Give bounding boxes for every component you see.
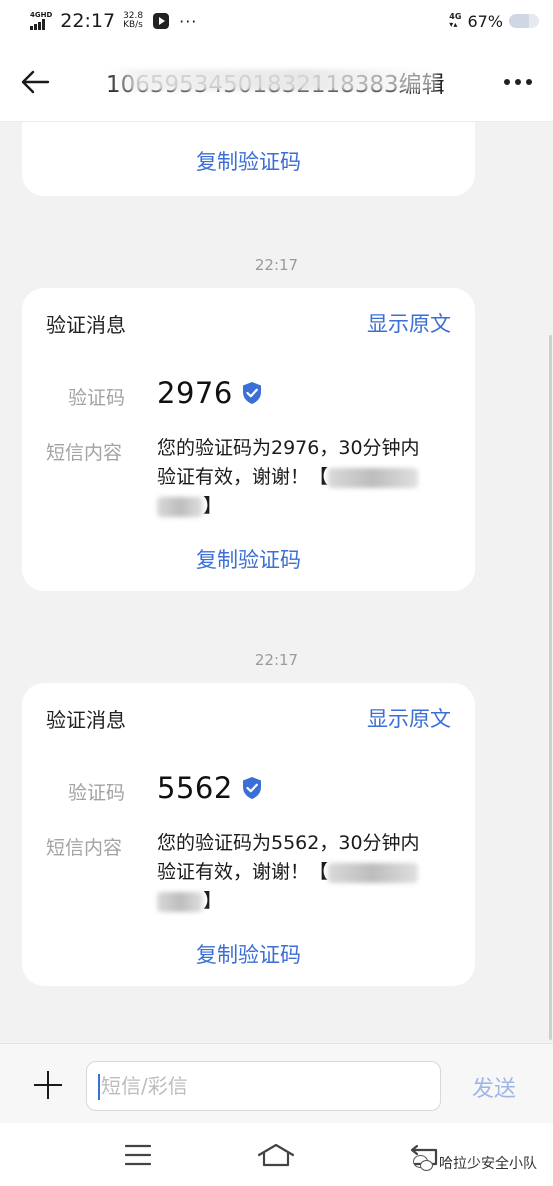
message-card-partial: 复制验证码 (22, 122, 475, 196)
card-title: 验证消息 (46, 312, 126, 337)
card-title: 验证消息 (46, 707, 126, 732)
send-button[interactable]: 发送 (472, 1071, 516, 1103)
text-caret (98, 1074, 100, 1100)
signal-icon: 4GHD (30, 12, 52, 30)
copy-code-button[interactable]: 复制验证码 (22, 939, 475, 969)
status-bar: 4GHD 22:17 32.8 KB/s ··· 4G ▾▴ 67% (0, 0, 553, 42)
content-line: 验证有效，谢谢！【 (157, 861, 329, 883)
watermark-text: 哈拉少安全小队 (439, 1156, 537, 1172)
arrow-left-icon (21, 70, 50, 93)
message-timestamp: 22:17 (254, 256, 299, 274)
menu-icon (125, 1144, 151, 1166)
scrollbar[interactable] (549, 335, 552, 1040)
media-play-icon (153, 13, 170, 29)
redaction-blur (328, 467, 419, 488)
message-input[interactable] (86, 1061, 441, 1111)
more-dots-icon (504, 78, 510, 85)
content-label: 短信内容 (46, 837, 123, 859)
verification-card: 验证消息 显示原文 验证码 2976 短信内容 您的验证码为2976，30分钟内… (22, 288, 475, 591)
show-original-link[interactable]: 显示原文 (367, 703, 451, 733)
content-line: 】 (203, 495, 223, 517)
message-content[interactable]: 您的验证码为5562，30分钟内 验证有效，谢谢！【 】 (157, 829, 457, 916)
content-line: 验证有效，谢谢！【 (157, 466, 329, 488)
content-label: 短信内容 (46, 442, 123, 464)
verification-code[interactable]: 2976 (157, 376, 233, 410)
content-line: 】 (203, 890, 223, 912)
verification-card: 验证消息 显示原文 验证码 5562 短信内容 您的验证码为5562，30分钟内… (22, 683, 475, 986)
more-options-button[interactable] (483, 42, 553, 122)
code-label: 验证码 (68, 782, 126, 804)
redaction-blur (106, 68, 436, 91)
home-button[interactable] (256, 1141, 296, 1169)
redaction-blur (328, 862, 419, 883)
message-timestamp: 22:17 (254, 651, 299, 669)
content-line: 您的验证码为2976，30分钟内 (157, 437, 420, 459)
back-button[interactable] (0, 42, 70, 122)
battery-percent: 67% (467, 11, 503, 31)
status-time: 22:17 (60, 10, 116, 32)
copy-code-button[interactable]: 复制验证码 (22, 544, 475, 574)
watermark: 哈拉少安全小队 (413, 1153, 537, 1173)
redaction-blur (157, 496, 203, 517)
code-label: 验证码 (68, 387, 126, 409)
show-original-link[interactable]: 显示原文 (367, 308, 451, 338)
wechat-icon (413, 1155, 433, 1171)
content-line: 您的验证码为5562，30分钟内 (157, 832, 420, 854)
menu-button[interactable] (118, 1141, 158, 1169)
speed-unit: KB/s (123, 20, 143, 30)
more-notifications-icon: ··· (179, 11, 198, 31)
verification-code[interactable]: 5562 (157, 771, 233, 805)
network-speed: 32.8 KB/s (123, 12, 143, 30)
plus-icon[interactable] (34, 1071, 62, 1099)
verified-shield-icon (242, 382, 261, 404)
network-type: 4GHD (30, 11, 53, 19)
message-content[interactable]: 您的验证码为2976，30分钟内 验证有效，谢谢！【 】 (157, 434, 457, 521)
lte-icon: 4G ▾▴ (449, 12, 462, 29)
conversation-title: 10659534501832118383编辑 (70, 65, 483, 99)
compose-bar: 发送 (0, 1043, 553, 1123)
verified-shield-icon (242, 777, 261, 799)
redaction-blur (157, 891, 203, 912)
home-icon (257, 1143, 295, 1167)
copy-code-button[interactable]: 复制验证码 (22, 146, 475, 176)
conversation-header: 10659534501832118383编辑 (0, 42, 553, 122)
system-nav-bar: 哈拉少安全小队 (0, 1123, 553, 1186)
battery-icon (509, 14, 539, 28)
